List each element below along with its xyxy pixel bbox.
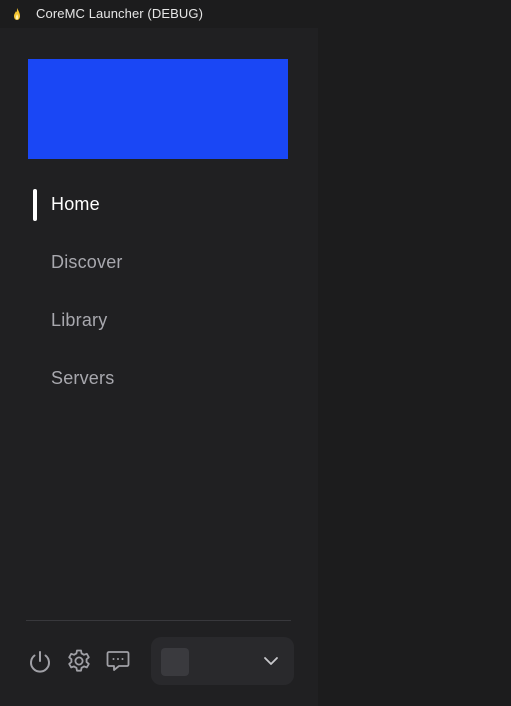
avatar [161, 648, 189, 676]
title-bar: CoreMC Launcher (DEBUG) [0, 0, 511, 28]
sidebar-item-servers[interactable]: Servers [0, 352, 318, 410]
banner-image [28, 59, 288, 159]
sidebar-nav: Home Discover Library Servers [0, 178, 318, 410]
flame-icon [12, 7, 22, 21]
sidebar: Home Discover Library Servers [0, 28, 318, 706]
sidebar-item-label: Home [51, 194, 100, 214]
sidebar-item-label: Servers [51, 368, 115, 388]
active-indicator [33, 189, 37, 221]
sidebar-item-home[interactable]: Home [0, 178, 318, 236]
chevron-down-icon [263, 654, 279, 668]
main-content [318, 28, 511, 706]
sidebar-divider [26, 620, 291, 621]
gear-icon[interactable] [65, 647, 93, 675]
sidebar-item-discover[interactable]: Discover [0, 236, 318, 294]
account-select[interactable] [151, 637, 294, 685]
window-title: CoreMC Launcher (DEBUG) [36, 6, 204, 21]
launcher-window: CoreMC Launcher (DEBUG) Home Discover Li… [0, 0, 511, 706]
power-icon[interactable] [26, 648, 54, 676]
chat-icon[interactable] [104, 647, 132, 675]
sidebar-item-label: Library [51, 310, 108, 330]
sidebar-item-label: Discover [51, 252, 123, 272]
sidebar-item-library[interactable]: Library [0, 294, 318, 352]
